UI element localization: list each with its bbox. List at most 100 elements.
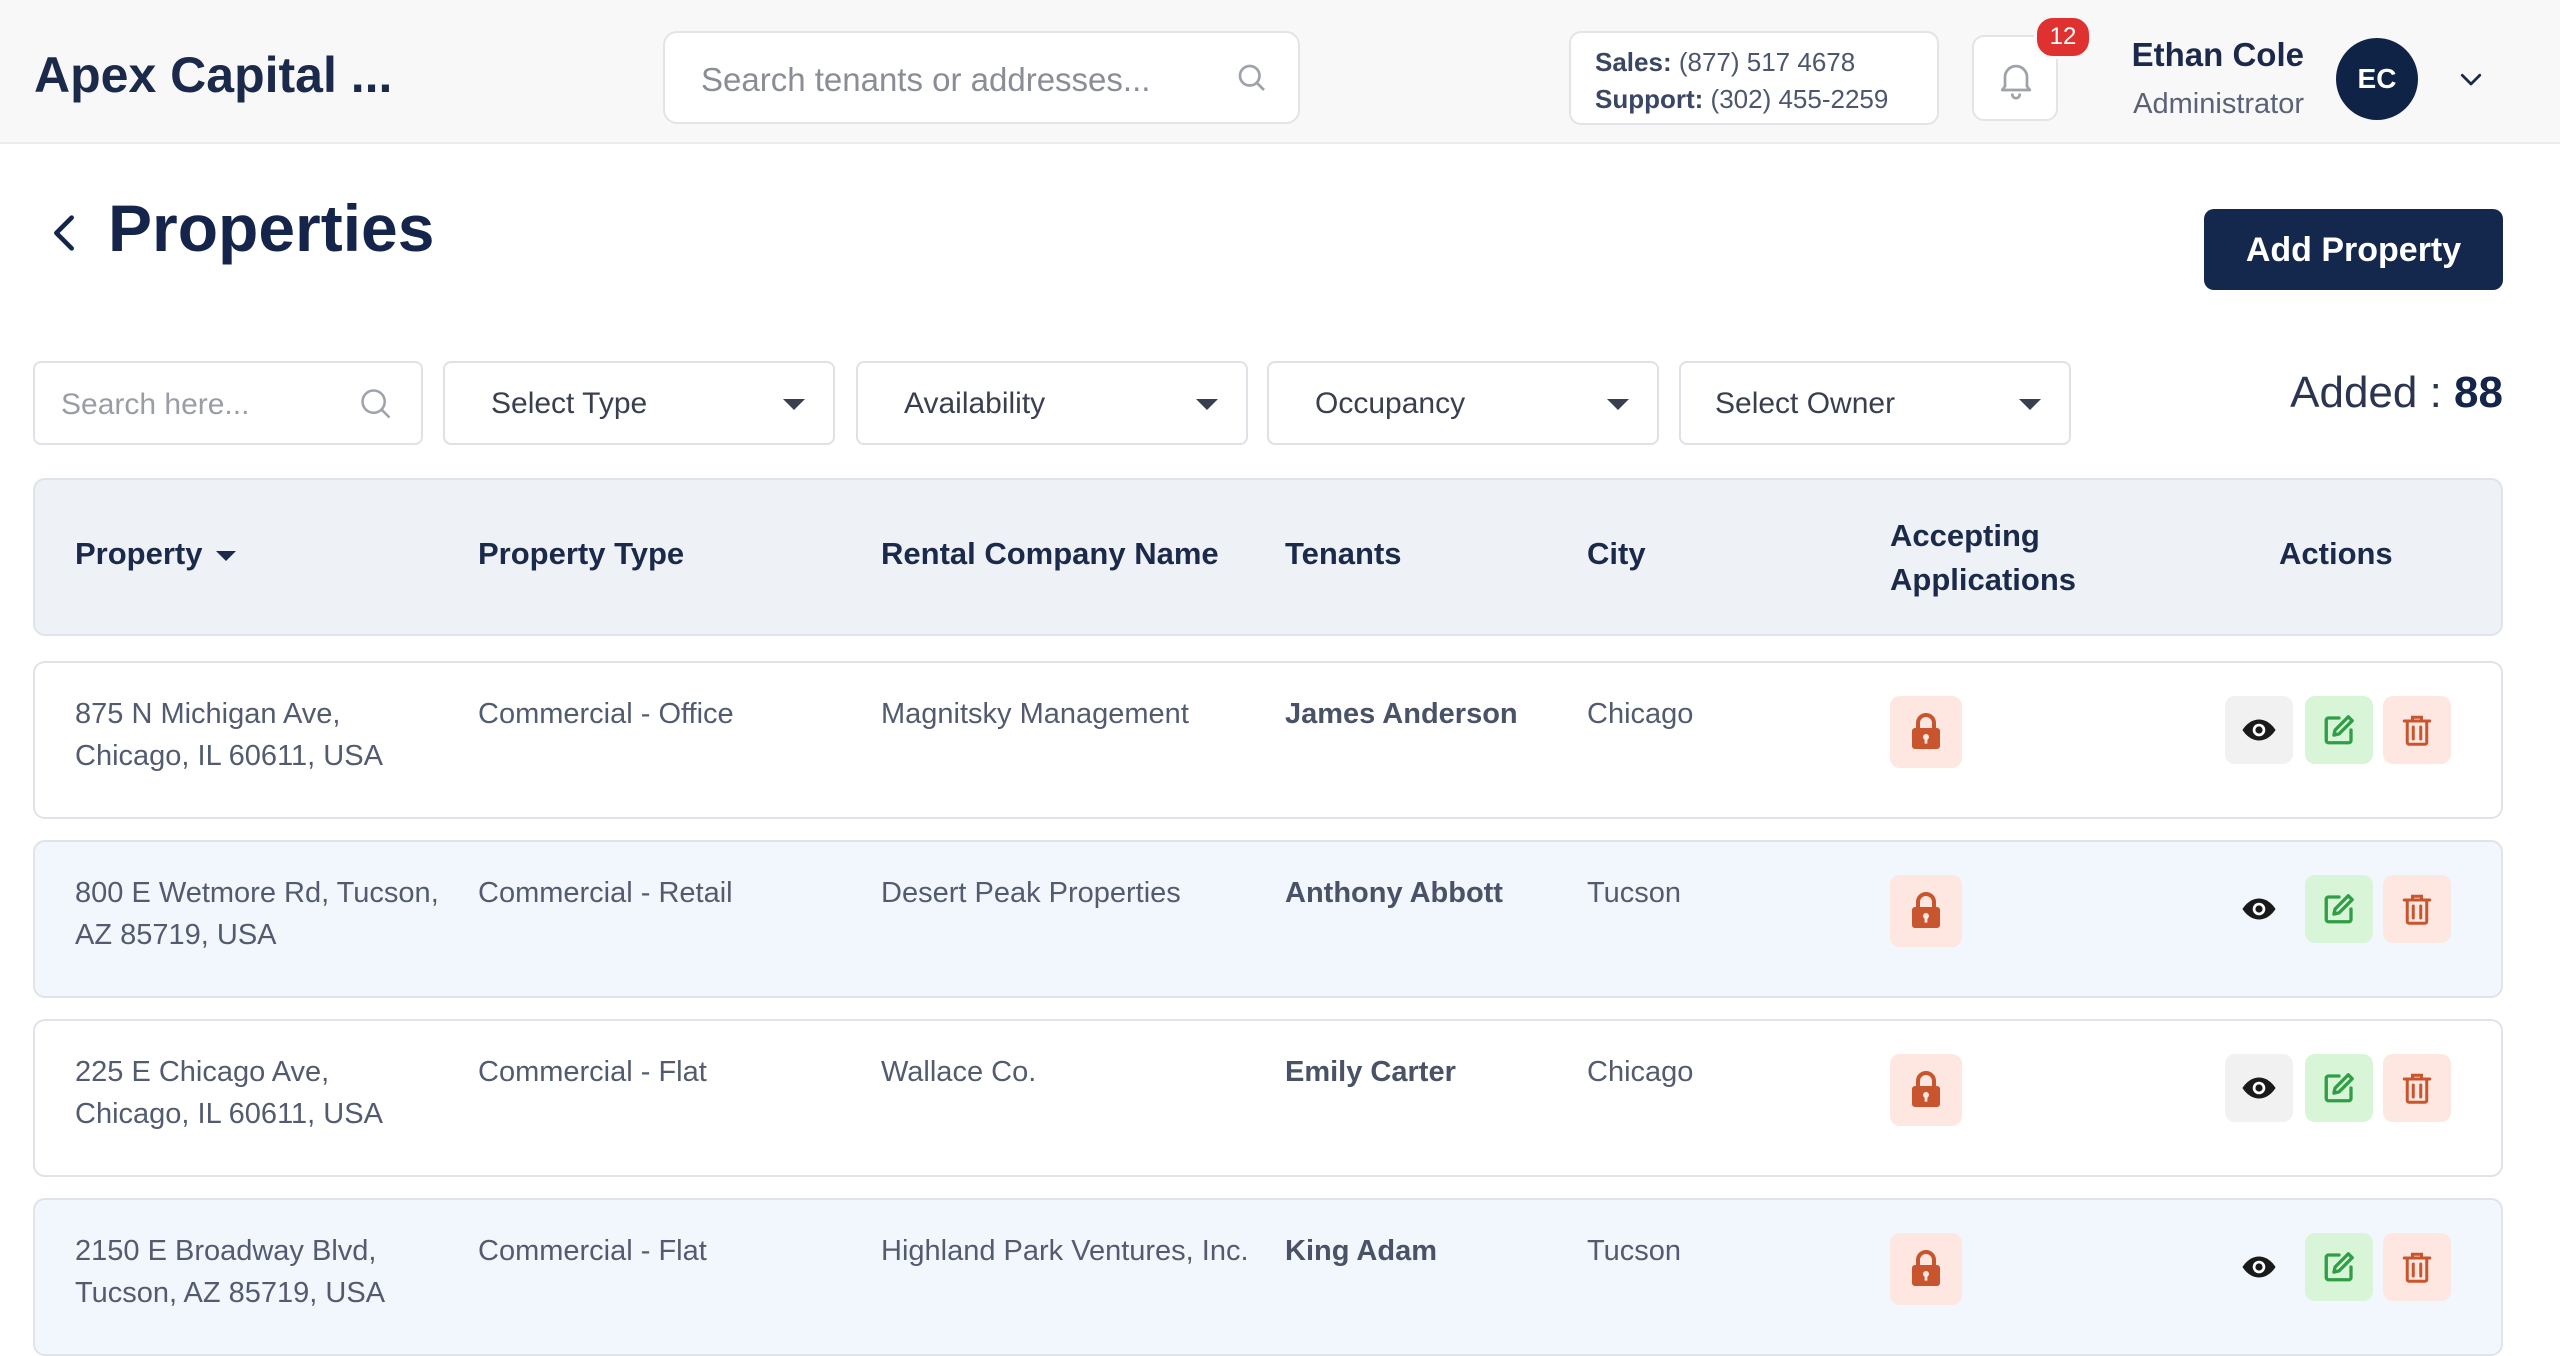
rental-company: Magnitsky Management [881, 698, 1189, 730]
lock-icon [1912, 1071, 1940, 1107]
caret-down-icon [783, 399, 805, 410]
eye-icon [2242, 898, 2276, 920]
edit-icon [2324, 1073, 2354, 1103]
table-header: Property Property Type Rental Company Na… [33, 478, 2503, 636]
availability-select[interactable]: Availability [856, 361, 1248, 445]
view-button[interactable] [2225, 1233, 2293, 1301]
address-line2: AZ 85719, USA [75, 919, 277, 951]
eye-icon [2242, 719, 2276, 741]
added-count: Added : 88 [2290, 368, 2503, 418]
rental-company: Desert Peak Properties [881, 877, 1181, 909]
delete-button[interactable] [2383, 875, 2451, 943]
tenant-name[interactable]: James Anderson [1285, 693, 1518, 735]
eye-icon [2242, 1077, 2276, 1099]
property-address[interactable]: 875 N Michigan Ave, Chicago, IL 60611, US… [75, 693, 465, 777]
property-address[interactable]: 225 E Chicago Ave, Chicago, IL 60611, USA [75, 1051, 465, 1135]
address-line2: Chicago, IL 60611, USA [75, 740, 383, 772]
lock-icon [1912, 892, 1940, 928]
back-arrow-icon[interactable] [48, 210, 80, 261]
delete-button[interactable] [2383, 1054, 2451, 1122]
accepting-applications-toggle[interactable] [1890, 696, 1962, 768]
address-line1: 800 E Wetmore Rd, Tucson, [75, 877, 439, 909]
view-button[interactable] [2225, 875, 2293, 943]
edit-button[interactable] [2305, 1054, 2373, 1122]
column-property-type: Property Type [478, 536, 685, 571]
column-tenants: Tenants [1285, 536, 1402, 571]
owner-select[interactable]: Select Owner [1679, 361, 2071, 445]
delete-button[interactable] [2383, 1233, 2451, 1301]
support-label: Support: [1595, 84, 1704, 114]
edit-icon [2324, 715, 2354, 745]
sales-label: Sales: [1595, 47, 1672, 77]
occupancy-select[interactable]: Occupancy [1267, 361, 1659, 445]
edit-button[interactable] [2305, 1233, 2373, 1301]
notification-badge: 12 [2034, 15, 2092, 59]
sales-phone[interactable]: (877) 517 4678 [1679, 47, 1855, 77]
global-search-input[interactable] [699, 57, 1203, 103]
trash-icon [2402, 1073, 2432, 1104]
trash-icon [2402, 715, 2432, 746]
column-actions: Actions [2279, 536, 2393, 571]
type-select-value: Select Type [491, 387, 648, 420]
property-address[interactable]: 800 E Wetmore Rd, Tucson, AZ 85719, USA [75, 872, 465, 956]
column-property-label: Property [75, 536, 203, 571]
caret-down-icon [1196, 399, 1218, 410]
table-row[interactable]: 225 E Chicago Ave, Chicago, IL 60611, USA… [33, 1019, 2503, 1177]
sales-line: Sales: (877) 517 4678 [1595, 44, 1937, 81]
city: Chicago [1587, 698, 1694, 730]
occupancy-select-value: Occupancy [1315, 387, 1466, 420]
city: Tucson [1587, 1235, 1682, 1267]
support-line: Support: (302) 455-2259 [1595, 81, 1937, 118]
bell-icon [2000, 64, 2032, 100]
sort-caret-icon[interactable] [216, 550, 237, 561]
caret-down-icon [2019, 399, 2041, 410]
table-row[interactable]: 875 N Michigan Ave, Chicago, IL 60611, US… [33, 661, 2503, 819]
property-type: Commercial - Office [478, 698, 734, 730]
filter-search[interactable] [33, 361, 423, 445]
search-icon[interactable] [1234, 60, 1270, 101]
property-type: Commercial - Retail [478, 877, 733, 909]
caret-down-icon [1607, 399, 1629, 410]
tenant-name[interactable]: Anthony Abbott [1285, 872, 1503, 914]
user-name[interactable]: Ethan Cole [2132, 36, 2304, 74]
accepting-applications-toggle[interactable] [1890, 1054, 1962, 1126]
table-row[interactable]: 800 E Wetmore Rd, Tucson, AZ 85719, USA C… [33, 840, 2503, 998]
trash-icon [2402, 894, 2432, 925]
avatar[interactable]: EC [2336, 38, 2418, 120]
edit-icon [2324, 894, 2354, 924]
property-address[interactable]: 2150 E Broadway Blvd, Tucson, AZ 85719, U… [75, 1230, 465, 1314]
global-search[interactable] [663, 31, 1300, 124]
accepting-applications-toggle[interactable] [1890, 875, 1962, 947]
lock-icon [1912, 1250, 1940, 1286]
column-property[interactable]: Property [75, 536, 237, 572]
address-line2: Chicago, IL 60611, USA [75, 1098, 383, 1130]
tenant-name[interactable]: Emily Carter [1285, 1051, 1456, 1093]
support-phone[interactable]: (302) 455-2259 [1711, 84, 1889, 114]
search-icon[interactable] [357, 385, 395, 428]
column-accepting-applications: Accepting Applications [1890, 518, 2077, 597]
address-line2: Tucson, AZ 85719, USA [75, 1277, 386, 1309]
brand-name[interactable]: Apex Capital ... [34, 46, 392, 104]
view-button[interactable] [2225, 1054, 2293, 1122]
view-button[interactable] [2225, 696, 2293, 764]
tenant-name[interactable]: King Adam [1285, 1230, 1437, 1272]
address-line1: 875 N Michigan Ave, [75, 698, 341, 730]
add-property-button[interactable]: Add Property [2204, 209, 2503, 290]
column-rental-company: Rental Company Name [881, 536, 1219, 571]
property-type: Commercial - Flat [478, 1235, 707, 1267]
contact-info: Sales: (877) 517 4678 Support: (302) 455… [1569, 31, 1939, 125]
page-title: Properties [108, 191, 435, 265]
edit-button[interactable] [2305, 696, 2373, 764]
accepting-applications-toggle[interactable] [1890, 1233, 1962, 1305]
column-city: City [1587, 536, 1646, 571]
table-row[interactable]: 2150 E Broadway Blvd, Tucson, AZ 85719, U… [33, 1198, 2503, 1356]
edit-icon [2324, 1252, 2354, 1282]
eye-icon [2242, 1256, 2276, 1278]
chevron-down-icon[interactable] [2456, 64, 2486, 99]
rental-company: Highland Park Ventures, Inc. [881, 1235, 1249, 1267]
delete-button[interactable] [2383, 696, 2451, 764]
trash-icon [2402, 1252, 2432, 1283]
type-select[interactable]: Select Type [443, 361, 835, 445]
filter-search-input[interactable] [59, 383, 343, 427]
edit-button[interactable] [2305, 875, 2373, 943]
